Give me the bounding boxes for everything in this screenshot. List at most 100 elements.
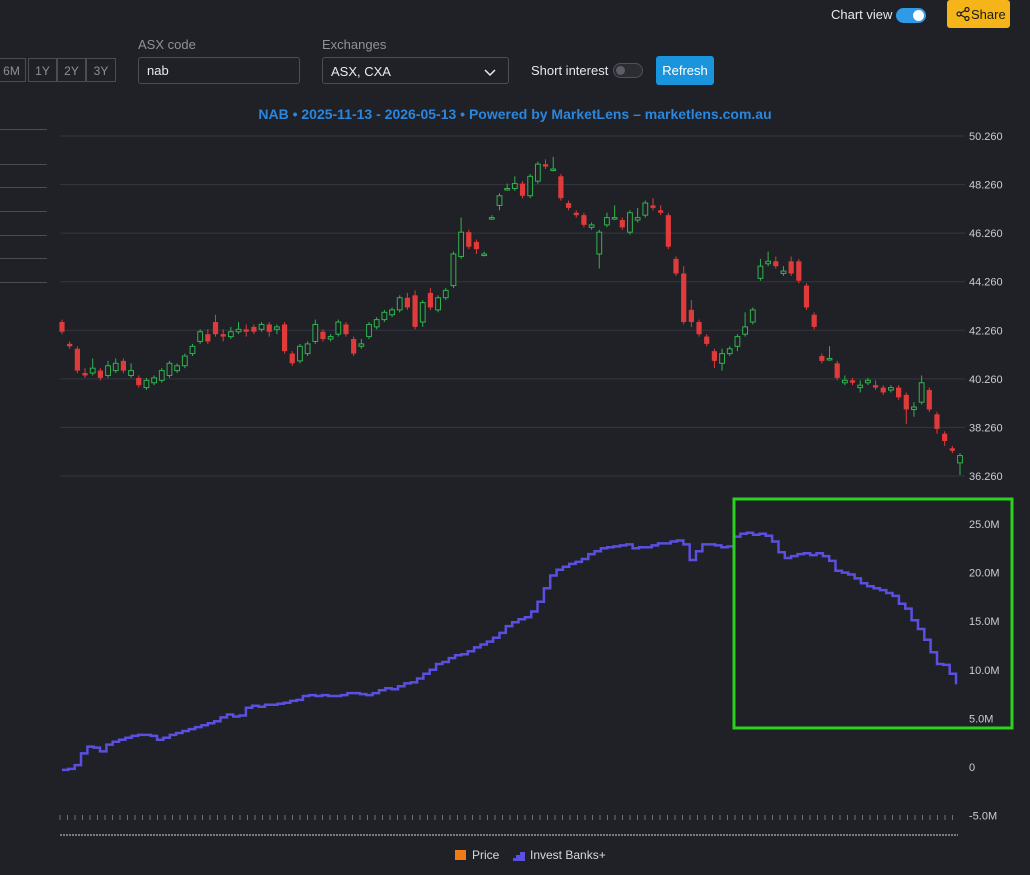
candle [481, 251, 488, 257]
legend-swatch-invest-banks [513, 850, 525, 864]
candle [212, 314, 219, 337]
candle [197, 329, 204, 344]
candle [67, 341, 73, 349]
candle [888, 385, 894, 393]
price-tick-label: 36.260 [969, 471, 1003, 483]
candle [688, 300, 694, 327]
candle [412, 290, 418, 330]
candle [757, 258, 764, 281]
candle [834, 360, 840, 381]
candle [534, 161, 541, 184]
candle [611, 205, 618, 221]
candle [895, 385, 902, 400]
candle [519, 181, 526, 199]
candle [297, 343, 303, 364]
candle [673, 256, 679, 276]
chart-canvas: 50.260 48.260 46.260 44.260 42.260 40.260 38.2… [59, 131, 1014, 836]
candle [634, 207, 641, 223]
candle [473, 239, 480, 255]
candle [872, 380, 879, 391]
candle [435, 295, 441, 313]
candle [281, 322, 288, 354]
candle [289, 351, 295, 366]
candle [604, 212, 610, 228]
candle [942, 431, 948, 446]
candle [788, 256, 794, 276]
candle [573, 210, 579, 218]
candle [957, 453, 963, 476]
candle [488, 215, 495, 221]
candle [74, 346, 80, 374]
candle [220, 329, 226, 342]
candle [650, 198, 656, 211]
candle [926, 387, 932, 412]
candle [542, 159, 549, 170]
candle [918, 375, 925, 405]
candle [166, 360, 173, 378]
candle [274, 324, 280, 335]
price-tick-label: 50.260 [969, 131, 1003, 143]
candle [681, 266, 687, 325]
flow-tick-label: 10.0M [969, 665, 1000, 677]
highlight-box [732, 497, 1014, 730]
price-tick-label: 38.260 [969, 422, 1003, 434]
candle [174, 363, 181, 374]
candle [251, 324, 257, 335]
candle [734, 334, 741, 352]
candle [841, 375, 848, 386]
candle [466, 229, 472, 250]
candle [442, 288, 449, 301]
candle [811, 312, 817, 330]
flow-tick-label: 25.0M [969, 519, 1000, 531]
candle [627, 210, 633, 235]
candle [780, 266, 787, 276]
candle [658, 205, 664, 216]
candle [128, 363, 134, 378]
flow-tick-label: 5.0M [969, 713, 993, 725]
candle [396, 295, 403, 313]
candle [158, 368, 165, 383]
flow-tick-label: 15.0M [969, 616, 1000, 628]
candle [819, 353, 825, 364]
candle [320, 329, 326, 342]
candle [665, 212, 671, 250]
candle [511, 176, 518, 191]
candle [619, 217, 625, 230]
candle [934, 411, 940, 434]
candle [949, 445, 955, 454]
flow-tick-label: -5.0M [969, 811, 997, 823]
candle [335, 319, 342, 337]
candle [742, 312, 748, 337]
candle [903, 392, 909, 425]
legend-item-price[interactable]: Price [472, 848, 499, 862]
candle [857, 380, 864, 393]
candle [389, 307, 395, 318]
candle [427, 288, 434, 310]
candle [82, 368, 88, 378]
price-tick-label: 42.260 [969, 325, 1003, 337]
candle [243, 324, 249, 337]
candle [704, 334, 710, 347]
candle [343, 322, 349, 337]
candle [136, 375, 142, 388]
price-tick-label: 46.260 [969, 228, 1003, 240]
candle [719, 348, 725, 371]
candle [351, 336, 357, 357]
candle [381, 309, 388, 323]
price-tick-label: 48.260 [969, 180, 1003, 192]
candle [419, 300, 426, 327]
price-tick-label: 40.260 [969, 374, 1003, 386]
candle [773, 256, 779, 269]
candle [205, 329, 211, 344]
candle [765, 251, 772, 267]
candle [151, 375, 158, 386]
candle [880, 385, 886, 395]
legend-item-invest-banks[interactable]: Invest Banks+ [530, 848, 606, 862]
candle [366, 322, 372, 340]
legend-swatch-price [455, 850, 466, 860]
candle [581, 212, 587, 228]
candle [358, 339, 365, 349]
candle [143, 377, 150, 391]
candle [266, 322, 272, 337]
candle [373, 317, 380, 330]
